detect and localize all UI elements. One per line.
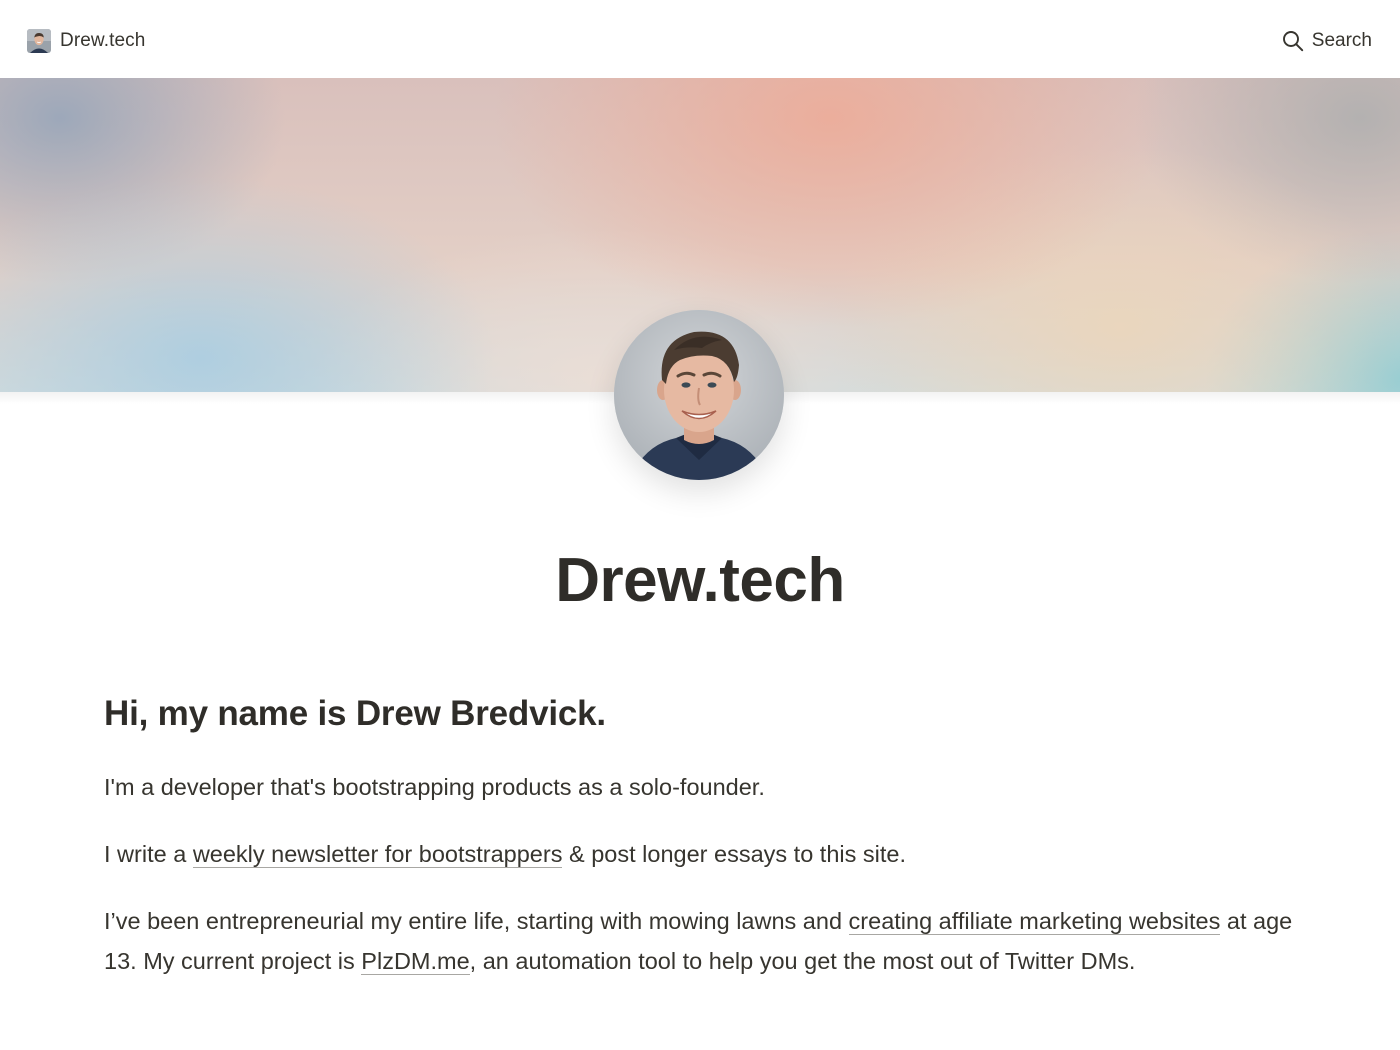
avatar-thumbnail-icon xyxy=(27,29,51,53)
profile-portrait-icon xyxy=(614,310,784,480)
top-navigation-bar: Drew.tech Search xyxy=(0,0,1400,78)
search-icon xyxy=(1282,31,1303,52)
search-label: Search xyxy=(1311,30,1372,51)
intro-paragraph: I'm a developer that's bootstrapping pro… xyxy=(104,774,765,800)
intro-heading: Hi, my name is Drew Bredvick. xyxy=(104,694,606,733)
paragraph-text: , an automation tool to help you get the… xyxy=(469,948,1136,974)
background-paragraph: I’ve been entrepreneurial my entire life… xyxy=(104,901,1294,981)
affiliate-websites-link[interactable]: creating affiliate marketing websites xyxy=(848,908,1221,935)
brand-label: Drew.tech xyxy=(60,30,146,51)
paragraph-text: & post longer essays to this site. xyxy=(562,841,906,867)
brand-link[interactable]: Drew.tech xyxy=(27,28,145,54)
profile-photo xyxy=(614,310,784,480)
plzdm-link[interactable]: PlzDM.me xyxy=(361,948,470,975)
newsletter-link[interactable]: weekly newsletter for bootstrappers xyxy=(192,841,563,868)
newsletter-paragraph: I write a weekly newsletter for bootstra… xyxy=(104,834,906,874)
search-button[interactable]: Search xyxy=(1282,28,1372,54)
page-title: Drew.tech xyxy=(555,546,845,615)
main-content: Hi, my name is Drew Bredvick. I'm a deve… xyxy=(104,690,1304,975)
paragraph-text: I’ve been entrepreneurial my entire life… xyxy=(104,908,849,934)
paragraph-text: I write a xyxy=(104,841,193,867)
